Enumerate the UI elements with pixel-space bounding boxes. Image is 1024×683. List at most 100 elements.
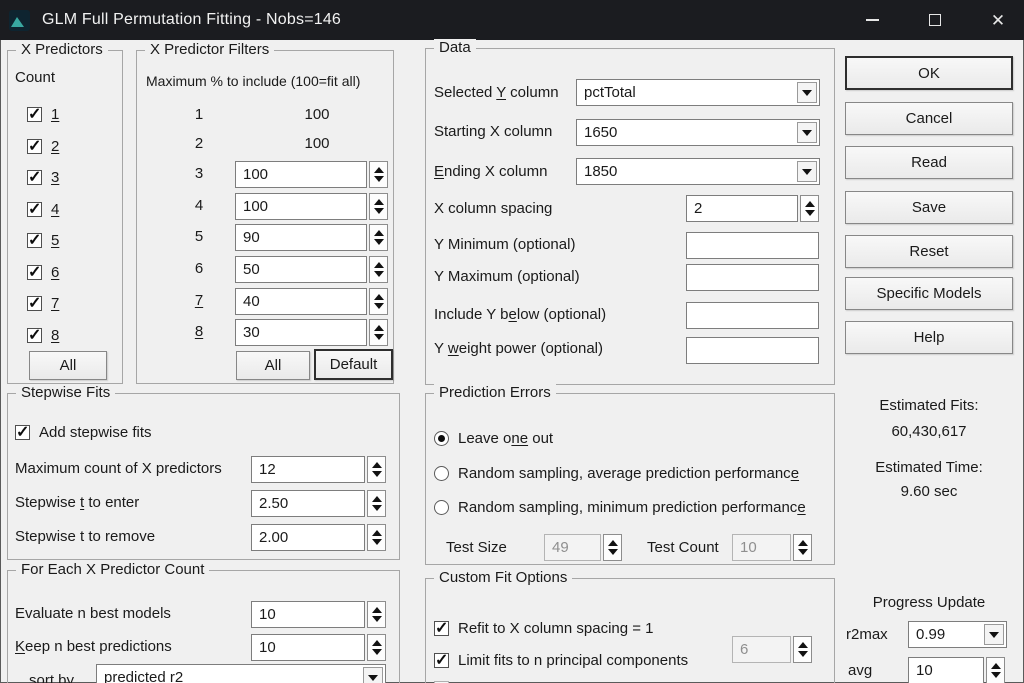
spin-down-icon bbox=[372, 539, 382, 545]
avg-input[interactable]: 10 bbox=[908, 657, 984, 683]
close-button[interactable]: ✕ bbox=[975, 0, 1021, 40]
spinner-buttons[interactable] bbox=[603, 534, 622, 561]
predictor-count-checkbox-1[interactable]: 1 bbox=[27, 106, 59, 123]
spin-up-icon bbox=[798, 642, 808, 648]
dropdown-button[interactable] bbox=[984, 624, 1004, 645]
checkbox-icon bbox=[27, 296, 42, 311]
include-y-below-input[interactable] bbox=[686, 302, 819, 329]
spinner-buttons[interactable] bbox=[367, 601, 386, 628]
title-bar: GLM Full Permutation Fitting - Nobs=146 … bbox=[0, 0, 1024, 40]
limit-principal-components-checkbox[interactable]: Limit fits to n principal components bbox=[434, 652, 688, 669]
y-max-input[interactable] bbox=[686, 264, 819, 291]
window-title: GLM Full Permutation Fitting - Nobs=146 bbox=[42, 11, 341, 29]
spinner-buttons[interactable] bbox=[800, 195, 819, 222]
filter-value-input[interactable]: 100 bbox=[235, 193, 367, 220]
filters-all-button[interactable]: All bbox=[236, 351, 310, 380]
spin-up-icon bbox=[372, 462, 382, 468]
ending-x-combo[interactable]: 1850 bbox=[576, 158, 820, 185]
ok-button[interactable]: OK bbox=[845, 56, 1013, 90]
filters-default-button[interactable]: Default bbox=[314, 349, 393, 380]
t-remove-input[interactable]: 2.00 bbox=[251, 524, 365, 551]
spinner-buttons[interactable] bbox=[369, 193, 388, 220]
minimize-button[interactable] bbox=[849, 0, 895, 40]
predictor-count-checkbox-2[interactable]: 2 bbox=[27, 138, 59, 155]
spinner-buttons[interactable] bbox=[369, 161, 388, 188]
reset-button[interactable]: Reset bbox=[845, 235, 1013, 268]
spin-down-icon bbox=[374, 303, 384, 309]
predictor-count-checkbox-3[interactable]: 3 bbox=[27, 169, 59, 186]
add-stepwise-fits-checkbox[interactable]: Add stepwise fits bbox=[15, 424, 152, 441]
random-minimum-radio[interactable]: Random sampling, minimum prediction perf… bbox=[434, 499, 806, 516]
selected-y-combo[interactable]: pctTotal bbox=[576, 79, 820, 106]
spin-up-icon bbox=[374, 325, 384, 331]
spinner-buttons[interactable] bbox=[793, 636, 812, 663]
predictor-count-checkbox-4[interactable]: 4 bbox=[27, 201, 59, 218]
spinner-buttons[interactable] bbox=[369, 319, 388, 346]
specific-models-button[interactable]: Specific Models bbox=[845, 277, 1013, 310]
t-enter-input[interactable]: 2.50 bbox=[251, 490, 365, 517]
spinner-buttons[interactable] bbox=[367, 524, 386, 551]
spinner-buttons[interactable] bbox=[793, 534, 812, 561]
checkbox-label: 3 bbox=[51, 169, 59, 186]
app-icon bbox=[9, 10, 30, 31]
dropdown-button[interactable] bbox=[797, 122, 817, 143]
leave-one-out-radio[interactable]: Leave one out bbox=[434, 430, 553, 447]
predictor-count-checkbox-6[interactable]: 6 bbox=[27, 264, 59, 281]
spinner-buttons[interactable] bbox=[986, 657, 1005, 683]
cancel-button[interactable]: Cancel bbox=[845, 102, 1013, 135]
checkbox-icon bbox=[434, 653, 449, 668]
filter-value-input[interactable]: 30 bbox=[235, 319, 367, 346]
spin-up-icon bbox=[374, 199, 384, 205]
spin-up-icon bbox=[374, 262, 384, 268]
chevron-down-icon bbox=[802, 90, 812, 96]
spinner-buttons[interactable] bbox=[369, 288, 388, 315]
spin-up-icon bbox=[798, 540, 808, 546]
predictors-all-button[interactable]: All bbox=[29, 351, 107, 380]
maximize-button[interactable] bbox=[912, 0, 958, 40]
spinner-buttons[interactable] bbox=[369, 256, 388, 283]
predictor-count-checkbox-8[interactable]: 8 bbox=[27, 327, 59, 344]
x-spacing-input[interactable]: 2 bbox=[686, 195, 798, 222]
evaluate-n-input[interactable]: 10 bbox=[251, 601, 365, 628]
checkbox-icon bbox=[27, 170, 42, 185]
y-min-label: Y Minimum (optional) bbox=[434, 236, 575, 253]
read-button[interactable]: Read bbox=[845, 146, 1013, 179]
filter-value-input[interactable]: 90 bbox=[235, 224, 367, 251]
y-min-input[interactable] bbox=[686, 232, 819, 259]
keep-n-input[interactable]: 10 bbox=[251, 634, 365, 661]
dropdown-button[interactable] bbox=[797, 82, 817, 103]
filter-spinner-8: 30 bbox=[235, 319, 388, 346]
t-remove-spinner: 2.00 bbox=[251, 524, 386, 551]
help-button[interactable]: Help bbox=[845, 321, 1013, 354]
spinner-buttons[interactable] bbox=[369, 224, 388, 251]
t-remove-label: Stepwise t to remove bbox=[15, 528, 155, 545]
avg-spinner: 10 bbox=[908, 657, 1005, 683]
filter-value-input[interactable]: 40 bbox=[235, 288, 367, 315]
y-weight-power-input[interactable] bbox=[686, 337, 819, 364]
spin-down-icon bbox=[798, 549, 808, 555]
filter-spinner-7: 40 bbox=[235, 288, 388, 315]
spinner-buttons[interactable] bbox=[367, 490, 386, 517]
predictor-count-checkbox-7[interactable]: 7 bbox=[27, 295, 59, 312]
sort-by-combo[interactable]: predicted r2 bbox=[96, 664, 386, 683]
spin-down-icon bbox=[372, 649, 382, 655]
spin-up-icon bbox=[372, 530, 382, 536]
stepwise-fits-group: Stepwise Fits Add stepwise fits Maximum … bbox=[7, 393, 400, 560]
starting-x-combo[interactable]: 1650 bbox=[576, 119, 820, 146]
filter-value-input[interactable]: 100 bbox=[235, 161, 367, 188]
filter-row-number: 3 bbox=[189, 165, 209, 182]
dropdown-button[interactable] bbox=[797, 161, 817, 182]
save-button[interactable]: Save bbox=[845, 191, 1013, 224]
filter-value-input[interactable]: 50 bbox=[235, 256, 367, 283]
spinner-buttons[interactable] bbox=[367, 634, 386, 661]
spin-up-icon bbox=[608, 540, 618, 546]
random-average-radio[interactable]: Random sampling, average prediction perf… bbox=[434, 465, 799, 482]
checkbox-label: 2 bbox=[51, 138, 59, 155]
max-count-input[interactable]: 12 bbox=[251, 456, 365, 483]
dropdown-button[interactable] bbox=[363, 667, 383, 683]
refit-spacing-checkbox[interactable]: Refit to X column spacing = 1 bbox=[434, 620, 654, 637]
r2max-combo[interactable]: 0.99 bbox=[908, 621, 1007, 648]
filter-static-value: 100 bbox=[287, 135, 347, 152]
predictor-count-checkbox-5[interactable]: 5 bbox=[27, 232, 59, 249]
spinner-buttons[interactable] bbox=[367, 456, 386, 483]
